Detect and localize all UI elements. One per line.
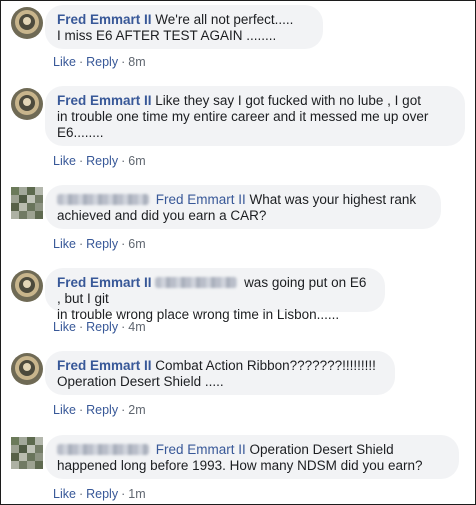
- reply-button[interactable]: Reply: [86, 55, 118, 69]
- separator: ·: [78, 403, 84, 417]
- comment-author[interactable]: Fred Emmart II: [57, 93, 152, 108]
- comment-text: in trouble one time my entire career and…: [57, 109, 429, 124]
- like-button[interactable]: Like: [53, 320, 76, 334]
- comment-bubble: Fred Emmart II What was your highest ran…: [45, 185, 441, 229]
- timestamp[interactable]: 4m: [128, 320, 145, 334]
- comment-text: Like they say I got fucked with no lube …: [155, 93, 421, 108]
- comment-author[interactable]: Fred Emmart II: [57, 275, 152, 290]
- timestamp[interactable]: 2m: [128, 403, 145, 417]
- comment-actions: Like · Reply · 2m: [53, 403, 146, 417]
- comment-actions: Like · Reply · 4m: [53, 320, 146, 334]
- avatar[interactable]: [11, 7, 43, 39]
- comment-actions: Like · Reply · 6m: [53, 237, 146, 251]
- comment-actions: Like · Reply · 8m: [53, 55, 146, 69]
- like-button[interactable]: Like: [53, 237, 76, 251]
- comment-bubble: Fred Emmart II Operation Desert Shield h…: [45, 435, 459, 479]
- avatar[interactable]: [11, 353, 43, 385]
- separator: ·: [121, 487, 126, 501]
- comment-bubble: Fred Emmart II was going put on E6 , but…: [45, 268, 385, 322]
- redacted-name: [155, 277, 238, 288]
- separator: ·: [78, 237, 84, 251]
- separator: ·: [121, 154, 126, 168]
- comment-text: Operation Desert Shield .....: [57, 374, 224, 389]
- separator: ·: [121, 403, 126, 417]
- comment-text: E6........: [57, 125, 104, 140]
- timestamp[interactable]: 8m: [128, 55, 145, 69]
- avatar[interactable]: [11, 187, 43, 219]
- comment-text: What was your highest rank: [249, 192, 417, 207]
- comment-bubble: Fred Emmart II Like they say I got fucke…: [45, 86, 465, 146]
- timestamp[interactable]: 6m: [128, 237, 145, 251]
- comment-text: Combat Action Ribbon???????!!!!!!!!!: [155, 358, 376, 373]
- comment-text: achieved and did you earn a CAR?: [57, 208, 267, 223]
- like-button[interactable]: Like: [53, 154, 76, 168]
- comment-text: happened long before 1993. How many NDSM…: [57, 458, 423, 473]
- reply-button[interactable]: Reply: [86, 403, 118, 417]
- timestamp[interactable]: 1m: [128, 487, 145, 501]
- comment-actions: Like · Reply · 1m: [53, 487, 146, 501]
- avatar[interactable]: [11, 437, 43, 469]
- like-button[interactable]: Like: [53, 55, 76, 69]
- comment-text: I miss E6 AFTER TEST AGAIN ........: [57, 28, 277, 43]
- mention-link[interactable]: Fred Emmart II: [156, 442, 246, 457]
- comment-thread: Fred Emmart II We're all not perfect....…: [0, 0, 476, 505]
- redacted-name: [57, 444, 149, 455]
- avatar[interactable]: [11, 88, 43, 120]
- comment-author[interactable]: Fred Emmart II: [57, 12, 152, 27]
- reply-button[interactable]: Reply: [86, 320, 118, 334]
- reply-button[interactable]: Reply: [86, 237, 118, 251]
- separator: ·: [78, 55, 84, 69]
- comment-text: Operation Desert Shield: [249, 442, 394, 457]
- separator: ·: [121, 320, 126, 334]
- comment-bubble: Fred Emmart II Combat Action Ribbon?????…: [45, 351, 395, 395]
- redacted-name: [57, 194, 149, 205]
- like-button[interactable]: Like: [53, 487, 76, 501]
- separator: ·: [121, 237, 126, 251]
- separator: ·: [78, 154, 84, 168]
- comment-actions: Like · Reply · 6m: [53, 154, 146, 168]
- separator: ·: [78, 320, 84, 334]
- reply-button[interactable]: Reply: [86, 487, 118, 501]
- reply-button[interactable]: Reply: [86, 154, 118, 168]
- timestamp[interactable]: 6m: [128, 154, 145, 168]
- separator: ·: [121, 55, 126, 69]
- comment-text: We're all not perfect.....: [155, 12, 294, 27]
- comment-bubble: Fred Emmart II We're all not perfect....…: [45, 5, 323, 49]
- separator: ·: [78, 487, 84, 501]
- like-button[interactable]: Like: [53, 403, 76, 417]
- avatar[interactable]: [11, 270, 43, 302]
- mention-link[interactable]: Fred Emmart II: [156, 192, 246, 207]
- comment-author[interactable]: Fred Emmart II: [57, 358, 152, 373]
